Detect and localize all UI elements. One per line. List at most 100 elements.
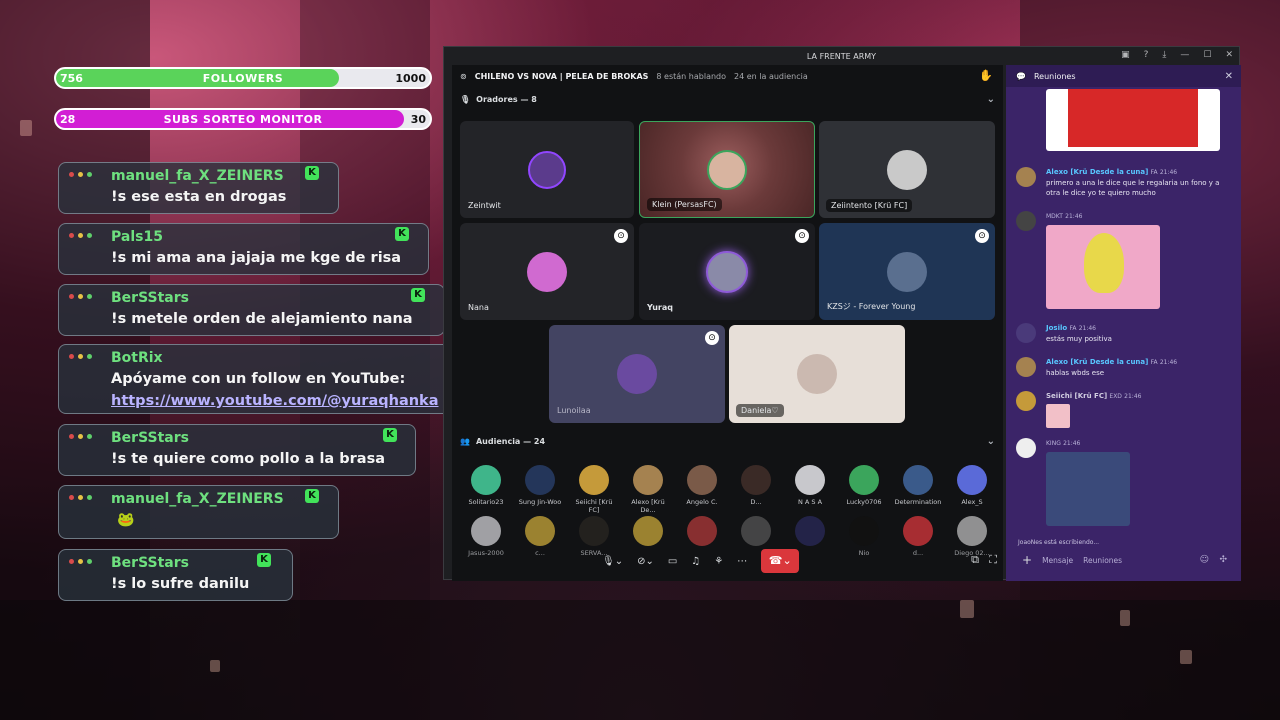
apps-icon[interactable]: ✣: [1219, 555, 1227, 565]
speaker-tile[interactable]: Nana ⊙: [460, 223, 634, 320]
audience-member[interactable]: d...: [894, 516, 942, 557]
shared-image[interactable]: [1046, 452, 1130, 526]
audience-member[interactable]: D...: [732, 465, 780, 506]
audience-name: Determination: [894, 498, 942, 506]
avatar: [525, 465, 555, 495]
help-icon[interactable]: ?: [1144, 50, 1149, 60]
audience-section-header[interactable]: 👥 Audiencia — 24 ⌄: [452, 429, 1003, 453]
discord-window: LA FRENTE ARMY ▣ ? ⤓ — ☐ ✕ ⊚ CHILENO VS …: [443, 46, 1241, 581]
window-titlebar: LA FRENTE ARMY ▣ ? ⤓ — ☐ ✕: [444, 47, 1239, 65]
audience-name: Alexo [Krü De...: [631, 498, 665, 514]
avatar: [579, 465, 609, 495]
audience-member[interactable]: Jasus-2000: [462, 516, 510, 557]
chat-dots-icon: [69, 233, 92, 238]
add-attachment-icon[interactable]: +: [1022, 553, 1032, 567]
inbox-icon[interactable]: ▣: [1121, 50, 1130, 60]
maximize-icon[interactable]: ☐: [1203, 50, 1211, 60]
audience-member[interactable]: [678, 516, 726, 549]
download-icon[interactable]: ⤓: [1162, 50, 1166, 60]
audience-member[interactable]: Lucky0706: [840, 465, 888, 506]
audience-member[interactable]: Alex_S: [948, 465, 996, 506]
speaker-tile[interactable]: KZSジ - Forever Young ⊙: [819, 223, 995, 320]
avatar: [1016, 211, 1036, 231]
message-author[interactable]: Alexo [Krü Desde la cuna]: [1046, 168, 1148, 176]
audience-member[interactable]: N A S A: [786, 465, 834, 506]
audience-member[interactable]: Alexo [Krü De...: [624, 465, 672, 514]
avatar: [741, 465, 771, 495]
stream-icon[interactable]: ⊙: [975, 229, 989, 243]
audience-member[interactable]: c...: [516, 516, 564, 557]
audience-member[interactable]: Solitario23: [462, 465, 510, 506]
screen-share-icon[interactable]: ▭: [668, 556, 677, 567]
message-author[interactable]: Josilo: [1046, 324, 1067, 332]
stream-icon[interactable]: ⊙: [705, 331, 719, 345]
kick-badge-icon: K: [305, 166, 319, 180]
speaker-tile[interactable]: Yuraq ⊙: [639, 223, 815, 320]
audience-member[interactable]: Seiichi [Krü FC]: [570, 465, 618, 514]
chat-message: Seiichi [Krü FC] EXD 21:46: [1016, 391, 1231, 428]
sticker-image[interactable]: [1046, 404, 1070, 428]
audience-member[interactable]: Angelo C.: [678, 465, 726, 506]
audience-member[interactable]: [786, 516, 834, 549]
audience-member[interactable]: [732, 516, 780, 549]
message-author[interactable]: Alexo [Krü Desde la cuna]: [1046, 358, 1148, 366]
popout-icon[interactable]: ⧉: [971, 553, 979, 567]
activity-icon[interactable]: ⚘: [714, 556, 723, 567]
speaker-tile[interactable]: Zeiintento [Krü FC]: [819, 121, 995, 218]
emoji-icon[interactable]: ☺: [1200, 555, 1209, 565]
audience-name: Sung Jin-Woo: [518, 498, 562, 506]
soundboard-icon[interactable]: ♫: [691, 556, 700, 567]
message-input[interactable]: + Mensaje Reuniones ☺ ✣: [1016, 549, 1231, 571]
audience-member[interactable]: Determination: [894, 465, 942, 506]
stage-icon: ⊚: [460, 71, 467, 81]
audience-member[interactable]: Nio: [840, 516, 888, 557]
chat-text: !s metele orden de alejamiento nana: [111, 311, 413, 327]
message-tag: KING: [1046, 440, 1061, 447]
chat-username: Pals15: [111, 229, 163, 245]
audience-name: Alex_S: [961, 498, 983, 506]
speaker-tile[interactable]: Daniela♡: [729, 325, 905, 423]
speaker-tile[interactable]: Lunoilaa ⊙: [549, 325, 725, 423]
message-author[interactable]: Seiichi [Krü FC]: [1046, 392, 1107, 400]
more-options-icon[interactable]: ⋯: [737, 556, 747, 567]
chat-message: Josilo FA 21:46 estás muy positiva: [1016, 323, 1231, 344]
chevron-down-icon[interactable]: ⌄: [987, 94, 995, 105]
audience-member[interactable]: [624, 516, 672, 549]
close-icon[interactable]: ✕: [1225, 50, 1233, 60]
audience-member[interactable]: Sung Jin-Woo: [516, 465, 564, 506]
speaker-name: Lunoilaa: [557, 406, 591, 415]
stream-icon[interactable]: ⊙: [614, 229, 628, 243]
close-panel-icon[interactable]: ✕: [1225, 71, 1233, 82]
message-time: 21:46: [1065, 213, 1083, 220]
speaker-tile[interactable]: Klein (PersasFC): [639, 121, 815, 218]
stage-header: ⊚ CHILENO VS NOVA | PELEA DE BROKAS 8 es…: [452, 65, 1003, 87]
message-time: 21:46: [1159, 169, 1178, 176]
subs-goal: 30: [410, 113, 426, 126]
stage-channel: ⊚ CHILENO VS NOVA | PELEA DE BROKAS 8 es…: [452, 65, 1003, 581]
speaking-count: 8 están hablando: [656, 71, 727, 81]
speakers-header: Oradores — 8: [476, 94, 537, 104]
chevron-down-icon[interactable]: ⌄: [987, 436, 995, 447]
avatar: [471, 465, 501, 495]
message-text: estás muy positiva: [1046, 335, 1112, 343]
chat-message: manuel_fa_X_ZEINERS 🐸 K: [58, 485, 339, 539]
avatar: [471, 516, 501, 546]
text-chat-panel: 💬 Reuniones ✕ Alexo [Krü Desde la cuna] …: [1006, 65, 1241, 581]
chat-text: !s ese esta en drogas: [111, 189, 287, 205]
audience-header: Audiencia — 24: [475, 436, 546, 446]
shared-image[interactable]: [1046, 225, 1160, 309]
minimize-icon[interactable]: —: [1180, 50, 1189, 60]
camera-off-icon[interactable]: ⊘⌄: [637, 556, 654, 567]
speaker-tile[interactable]: Zeintwit: [460, 121, 634, 218]
stream-icon[interactable]: ⊙: [795, 229, 809, 243]
raise-hand-icon[interactable]: ✋: [979, 69, 993, 82]
chat-username: BerSStars: [111, 290, 189, 306]
speakers-section-header[interactable]: 🎙 Oradores — 8 ⌄: [452, 87, 1003, 111]
shared-image-content: [1068, 89, 1198, 147]
microphone-toggle-icon[interactable]: 🎙⌄: [602, 556, 623, 567]
fullscreen-icon[interactable]: ⛶: [989, 553, 997, 567]
avatar: [579, 516, 609, 546]
shared-image[interactable]: [1046, 89, 1220, 151]
audience-member[interactable]: Diego 02...: [948, 516, 996, 557]
leave-stage-button[interactable]: ☎⌄: [761, 549, 800, 573]
